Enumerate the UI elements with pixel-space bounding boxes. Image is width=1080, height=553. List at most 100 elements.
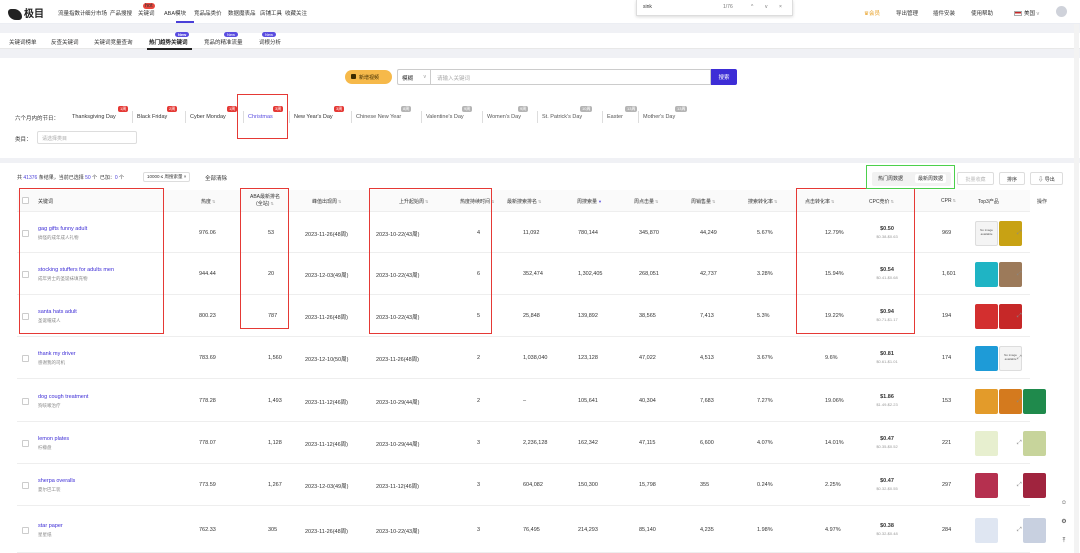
trend-chart-icon[interactable]: ⤢ bbox=[1017, 271, 1022, 278]
table-row[interactable]: dog cough treatment 狗咳嗽治疗 778.28 1,493 2023-… bbox=[17, 379, 1046, 422]
brand-logo[interactable]: 极目 bbox=[8, 5, 44, 20]
tab-trending-keywords[interactable]: 热门趋势关键词 New bbox=[149, 32, 190, 46]
festival-item[interactable]: Mother's Day bbox=[643, 114, 675, 120]
find-query[interactable]: sink bbox=[643, 4, 652, 10]
table-row[interactable]: lemon plates 柠檬盘 778.07 1,128 2023-11-12(46周… bbox=[17, 422, 1046, 464]
sort-button[interactable]: 排序 bbox=[999, 172, 1025, 185]
export-button[interactable]: ⇩ 导出 bbox=[1030, 172, 1063, 185]
keyword-link[interactable]: sherpa overalls bbox=[38, 478, 75, 484]
region-selector[interactable]: 美国 v bbox=[1014, 9, 1039, 17]
trend-chart-icon[interactable]: ⤢ bbox=[1017, 440, 1022, 447]
tab-root-analysis[interactable]: 词根分析 New bbox=[259, 32, 281, 46]
tab-keyword-ranking[interactable]: 关键词榜单 bbox=[9, 38, 37, 46]
row-checkbox[interactable] bbox=[22, 482, 29, 489]
plugin-install-link[interactable]: 插件安装 bbox=[933, 9, 955, 17]
product-thumbnail[interactable] bbox=[1023, 431, 1046, 456]
row-checkbox[interactable] bbox=[22, 440, 29, 447]
nav-item[interactable]: ABA模块 bbox=[164, 9, 186, 17]
col-peak-week[interactable]: 峰值出现周⇅ bbox=[312, 198, 341, 205]
keyword-link[interactable]: star paper bbox=[38, 523, 63, 529]
keyword-link[interactable]: thank my driver bbox=[38, 351, 76, 357]
trend-chart-icon[interactable]: ⤢ bbox=[1017, 398, 1022, 405]
table-row[interactable]: stocking stuffers for adults men 成年男士的圣诞袜… bbox=[17, 253, 1030, 295]
keyword-link[interactable]: lemon plates bbox=[38, 436, 69, 442]
trend-chart-icon[interactable]: ⤢ bbox=[1017, 355, 1022, 362]
tab-competitor-traffic[interactable]: 竞品的精准流量 New bbox=[204, 32, 243, 46]
row-checkbox[interactable] bbox=[22, 527, 29, 534]
festival-item[interactable]: Valentine's Day bbox=[426, 114, 464, 120]
col-latest-rank[interactable]: 最新搜索排名⇅ bbox=[507, 198, 541, 205]
find-close-icon[interactable]: × bbox=[779, 4, 782, 10]
festival-item[interactable]: Thanksgiving Day bbox=[72, 114, 116, 120]
nav-item[interactable]: 收藏关注 bbox=[285, 9, 307, 17]
latest-week-option[interactable]: 最新周数据 bbox=[915, 174, 947, 183]
settings-icon[interactable]: ⚙ bbox=[1057, 515, 1071, 529]
trend-chart-icon[interactable]: ⤢ bbox=[1017, 313, 1022, 320]
product-thumbnail[interactable] bbox=[1023, 389, 1046, 414]
row-checkbox[interactable] bbox=[22, 313, 29, 320]
find-prev-icon[interactable]: ^ bbox=[751, 4, 753, 10]
col-rise-duration[interactable]: 热度持续时间⇅ bbox=[460, 198, 494, 205]
product-thumbnail[interactable] bbox=[975, 431, 998, 456]
category-select[interactable]: 请选择类目 bbox=[37, 131, 137, 144]
product-thumbnail[interactable] bbox=[975, 473, 998, 498]
col-weekly-click[interactable]: 周点击量⇅ bbox=[634, 198, 658, 205]
table-row[interactable]: santa hats adult 圣诞帽成人 800.23 787 2023-11-26… bbox=[17, 295, 1030, 337]
vip-link[interactable]: ♛会员 bbox=[864, 9, 880, 17]
col-cpc[interactable]: CPC竞价⇅ bbox=[869, 198, 894, 205]
product-thumbnail[interactable] bbox=[975, 346, 998, 371]
tab-reverse-keywords[interactable]: 反查关键词 bbox=[51, 38, 79, 46]
festival-item[interactable]: New Year's Day bbox=[294, 114, 333, 120]
keyword-link[interactable]: gag gifts funny adult bbox=[38, 226, 87, 232]
product-thumbnail[interactable] bbox=[1023, 473, 1046, 498]
trend-chart-icon[interactable]: ⤢ bbox=[1017, 527, 1022, 534]
festival-item[interactable]: Women's Day bbox=[487, 114, 521, 120]
avatar[interactable] bbox=[1056, 6, 1067, 17]
tab-keyword-competition[interactable]: 关键词竞量查询 bbox=[94, 38, 133, 46]
support-icon[interactable]: ☺ bbox=[1057, 497, 1071, 511]
keyword-search-input[interactable]: 请输入关键词 bbox=[430, 69, 711, 85]
product-thumbnail[interactable] bbox=[975, 389, 998, 414]
product-thumbnail[interactable]: No image available bbox=[975, 221, 998, 246]
nav-item[interactable]: 细分市场 bbox=[85, 9, 107, 17]
filter-chip[interactable]: 10000 ≤ 周搜索量 × bbox=[143, 172, 191, 182]
col-weekly-search[interactable]: 周搜索量▼ bbox=[577, 198, 602, 205]
scrollbar[interactable] bbox=[1074, 24, 1079, 553]
trend-chart-icon[interactable]: ⤢ bbox=[1017, 482, 1022, 489]
nav-item[interactable]: 产品搜搜 bbox=[110, 9, 132, 17]
festival-item[interactable]: St. Patrick's Day bbox=[542, 114, 582, 120]
trend-chart-icon[interactable]: ⤢ bbox=[1017, 230, 1022, 237]
col-aba-rank[interactable]: ABA最新排名 (全站)⇅ bbox=[241, 193, 289, 207]
product-thumbnail[interactable] bbox=[975, 304, 998, 329]
search-button[interactable]: 搜索 bbox=[711, 69, 737, 85]
nav-item[interactable]: 数据魔表品 bbox=[228, 9, 256, 17]
table-row[interactable]: gag gifts funny adult 搞怪的成年成人礼物 976.06 53 20… bbox=[17, 212, 1030, 253]
row-checkbox[interactable] bbox=[22, 271, 29, 278]
clear-all-link[interactable]: 全部清除 bbox=[205, 174, 227, 182]
keyword-link[interactable]: stocking stuffers for adults men bbox=[38, 267, 114, 273]
festival-item[interactable]: Easter bbox=[607, 114, 623, 120]
festival-item[interactable]: Black Friday bbox=[137, 114, 167, 120]
back-to-top-icon[interactable]: ⤒ bbox=[1057, 535, 1071, 549]
col-heat[interactable]: 热度⇅ bbox=[201, 198, 215, 205]
product-thumbnail[interactable] bbox=[975, 262, 998, 287]
select-all-checkbox[interactable] bbox=[22, 197, 29, 204]
batch-collect-button[interactable]: 批量收藏 bbox=[957, 172, 994, 185]
festival-item[interactable]: Chinese New Year bbox=[356, 114, 401, 120]
festival-item[interactable]: Cyber Monday bbox=[190, 114, 226, 120]
product-thumbnail[interactable] bbox=[975, 518, 998, 543]
col-weekly-sales[interactable]: 周销售量⇅ bbox=[691, 198, 715, 205]
hot-week-option[interactable]: 热门周数据 bbox=[878, 175, 903, 182]
festival-item[interactable]: Christmas bbox=[248, 114, 273, 120]
help-link[interactable]: 使用帮助 bbox=[971, 9, 993, 17]
table-row[interactable]: star paper 星星纸 762.33 305 2023-11-26(48周) 202… bbox=[17, 506, 1046, 553]
table-row[interactable]: thank my driver 感谢我的司机 783.69 1,560 2023-12-… bbox=[17, 337, 1030, 379]
nav-item[interactable]: 竞品品类价 bbox=[194, 9, 222, 17]
keyword-link[interactable]: santa hats adult bbox=[38, 309, 77, 315]
nav-item[interactable]: 店铺工具 bbox=[260, 9, 282, 17]
nav-item[interactable]: 流量指数计 bbox=[58, 9, 86, 17]
keyword-link[interactable]: dog cough treatment bbox=[38, 394, 88, 400]
find-next-icon[interactable]: v bbox=[765, 4, 768, 10]
col-click-conversion[interactable]: 点击转化率⇅ bbox=[805, 198, 834, 205]
row-checkbox[interactable] bbox=[22, 355, 29, 362]
